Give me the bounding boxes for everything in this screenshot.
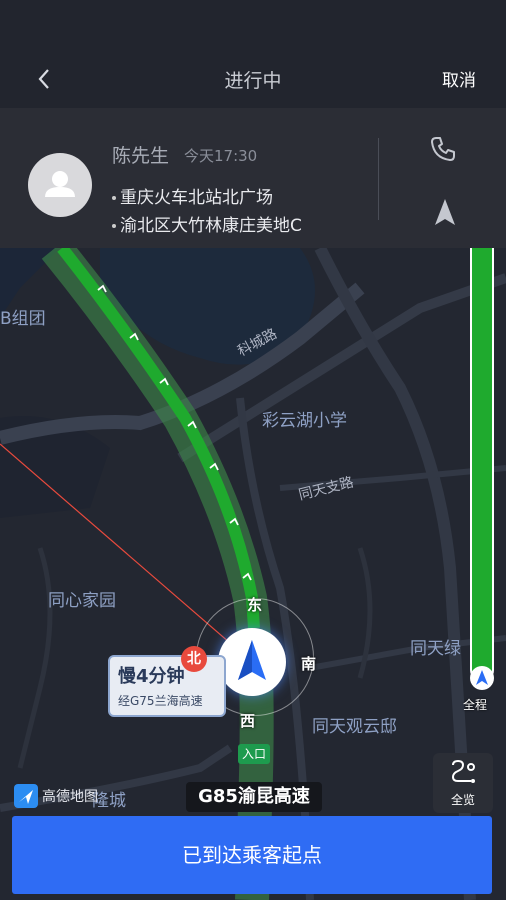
route-overview-icon [451,759,475,783]
compass-south: 南 [301,655,317,673]
map-label-tongxin-garden: 同心家园 [48,591,116,611]
bullet-icon [112,224,116,228]
navigation-arrow-icon [476,670,488,685]
map-label-caiyunhu-school: 彩云湖小学 [262,411,347,431]
pickup-time: 今天17:30 [184,147,258,165]
phone-icon [431,137,455,161]
status-bar [0,0,506,52]
user-icon [45,171,75,197]
route-progress-marker [470,666,494,690]
cancel-button[interactable]: 取消 [442,66,476,91]
arrived-at-pickup-button[interactable]: 已到达乘客起点 [12,816,492,894]
avatar [28,153,92,217]
map-label-b-group: B组团 [0,309,46,329]
navigate-button[interactable] [430,196,460,228]
amap-logo: 高德地图 [14,784,98,808]
passenger-card: 陈先生 今天17:30 重庆火车北站北广场 渝北区大竹林康庄美地C [0,108,506,248]
overview-label: 全览 [450,793,475,807]
bullet-icon [112,196,116,200]
map-view[interactable]: B组团 科城路 彩云湖小学 同天支路 同心家园 同天绿 同天观云邸 隆城 东 南… [0,248,506,900]
dropoff-address: 渝北区大竹林康庄美地C [112,211,302,236]
map-label-tongtian-guanyun: 同天观云邸 [312,717,397,737]
route-delay-text: 慢4分钟 [118,666,185,687]
page-title: 进行中 [224,70,282,92]
compass-west: 西 [240,712,256,730]
amap-logo-text: 高德地图 [42,789,98,805]
pickup-address-text: 重庆火车北站北广场 [120,188,273,208]
route-progress-bar [470,248,494,682]
passenger-name: 陈先生 [112,145,170,167]
compass-north: 北 [181,646,207,672]
call-button[interactable] [428,134,458,164]
divider [378,138,379,220]
pickup-address: 重庆火车北站北广场 [112,183,273,208]
dropoff-address-text: 渝北区大竹林康庄美地C [120,216,302,236]
compass-east: 东 [247,596,263,614]
navigation-arrow-icon [238,640,266,680]
route-delay-via: 经G75兰海高速 [118,694,203,708]
map-label-tongtian-green: 同天绿 [410,639,461,659]
route-delay-card[interactable]: 慢4分钟 经G75兰海高速 [108,655,226,717]
top-nav: 进行中 取消 [0,52,506,108]
route-progress-label: 全程 [463,698,488,712]
navigation-arrow-icon [435,199,455,225]
current-location-marker [218,628,286,696]
entrance-tag: 入口 [238,744,270,764]
current-road-name: G85渝昆高速 [186,782,322,812]
amap-logo-icon [14,784,38,808]
overview-button[interactable]: 全览 [433,753,493,813]
